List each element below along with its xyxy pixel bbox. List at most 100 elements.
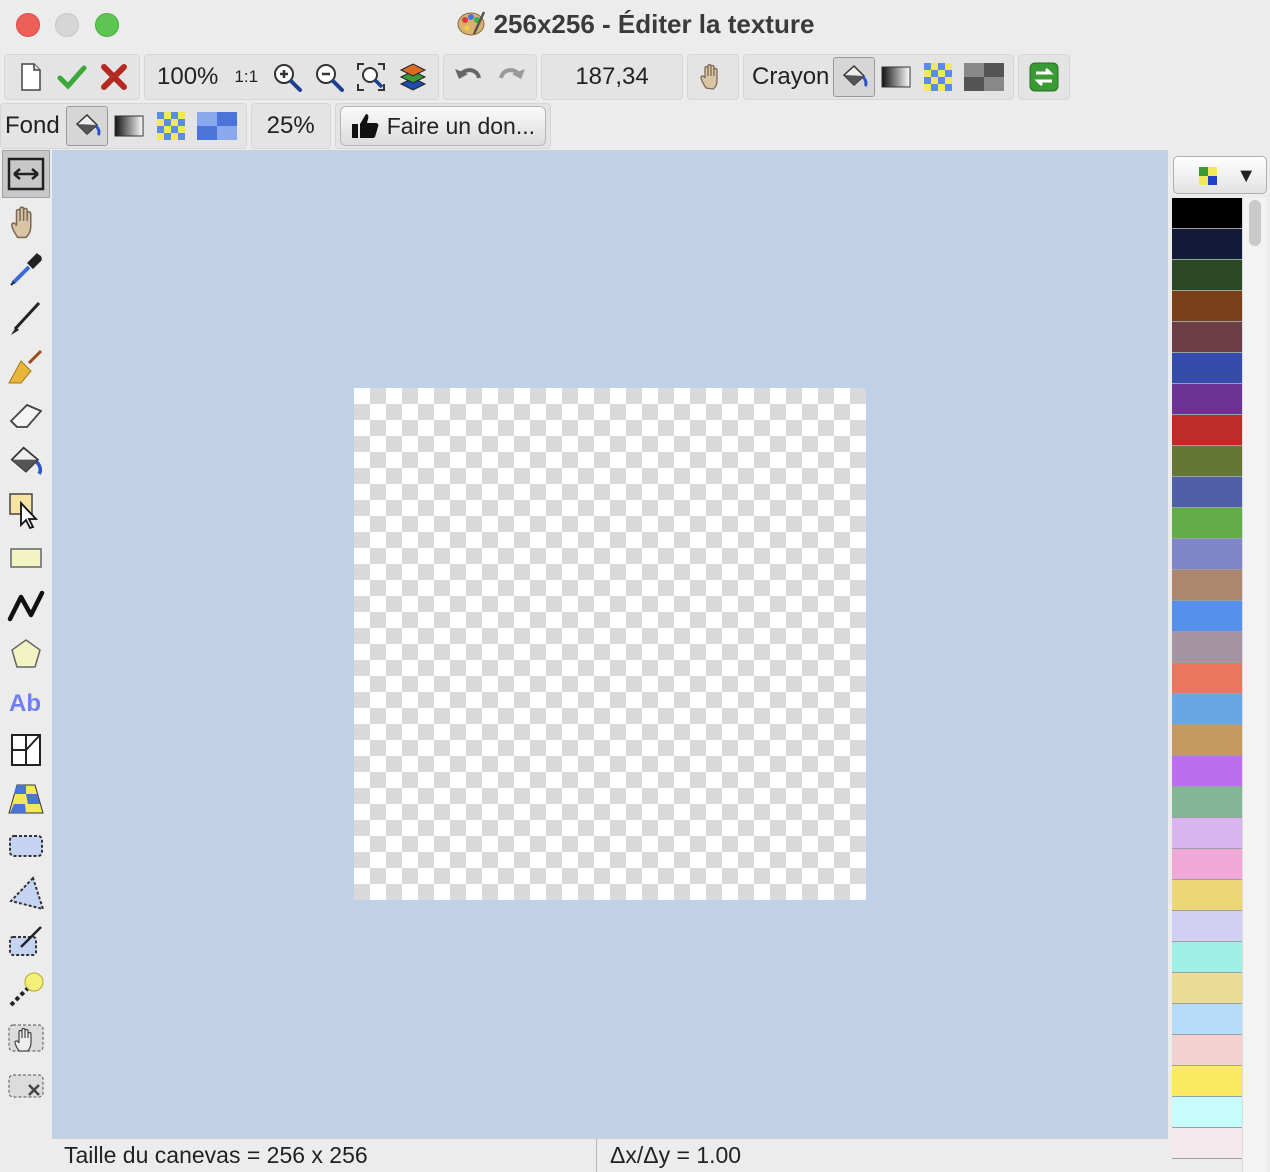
- rectangle-tool[interactable]: [2, 534, 50, 582]
- broom-tool[interactable]: [2, 342, 50, 390]
- bg-gradient-button[interactable]: [108, 106, 150, 146]
- color-swatch[interactable]: [1172, 601, 1242, 632]
- color-swatch[interactable]: [1172, 229, 1242, 260]
- background-opacity[interactable]: 25%: [267, 112, 315, 140]
- color-swatch[interactable]: [1172, 632, 1242, 663]
- undo-button[interactable]: [448, 57, 490, 97]
- color-swatch[interactable]: [1172, 260, 1242, 291]
- hand-tool[interactable]: [2, 198, 50, 246]
- color-swatch[interactable]: [1172, 942, 1242, 973]
- color-swatch[interactable]: [1172, 1066, 1242, 1097]
- color-swatch[interactable]: [1172, 818, 1242, 849]
- fill-texture-button[interactable]: [959, 57, 1009, 97]
- color-swatch[interactable]: [1172, 849, 1242, 880]
- fill-gradient-button[interactable]: [875, 57, 917, 97]
- donate-button[interactable]: Faire un don...: [339, 106, 547, 146]
- zoom-out-button[interactable]: [308, 57, 350, 97]
- bg-solid-button[interactable]: [65, 106, 108, 146]
- checker-floor-tool[interactable]: [2, 774, 50, 822]
- color-swatch[interactable]: [1172, 570, 1242, 601]
- zoom-out-icon: [316, 64, 345, 92]
- resize-tool[interactable]: [2, 150, 50, 198]
- color-swatch[interactable]: [1172, 477, 1242, 508]
- texture-transparent-area[interactable]: [354, 388, 866, 900]
- text-tool[interactable]: Ab: [2, 678, 50, 726]
- color-swatch[interactable]: [1172, 539, 1242, 570]
- perspective-tool[interactable]: [2, 726, 50, 774]
- bg-texture-button[interactable]: [192, 106, 242, 146]
- color-swatch[interactable]: [1172, 508, 1242, 539]
- fill-solid-button[interactable]: [833, 57, 876, 97]
- eraser-tool[interactable]: [2, 390, 50, 438]
- pencil-tool[interactable]: [2, 294, 50, 342]
- resize-arrows-icon: [7, 157, 45, 191]
- new-document-button[interactable]: [9, 57, 51, 97]
- color-swatch[interactable]: [1172, 446, 1242, 477]
- main-toolbar: 100% 1:1 187,34 Crayon: [0, 53, 1074, 101]
- delete-selection-icon: [8, 1074, 44, 1098]
- select-arrow-icon: [9, 493, 39, 529]
- color-swatch[interactable]: [1172, 1035, 1242, 1066]
- lasso-tool[interactable]: [2, 870, 50, 918]
- hand-icon: [700, 63, 718, 90]
- color-swatch[interactable]: [1172, 1128, 1242, 1159]
- donate-label: Faire un don...: [386, 112, 536, 139]
- color-swatch[interactable]: [1172, 694, 1242, 725]
- brush-select-icon: [9, 926, 42, 956]
- color-swatch[interactable]: [1172, 353, 1242, 384]
- rectangle-icon: [10, 548, 42, 568]
- paint-palette-icon: [457, 11, 485, 36]
- delete-selection-tool[interactable]: [2, 1062, 50, 1110]
- polyline-tool[interactable]: [2, 582, 50, 630]
- color-swatch[interactable]: [1172, 384, 1242, 415]
- layers-button[interactable]: [392, 57, 434, 97]
- color-swatch[interactable]: [1172, 1097, 1242, 1128]
- fill-pattern-button[interactable]: [917, 57, 959, 97]
- paintbrush-icon: [11, 301, 41, 335]
- color-swatch[interactable]: [1172, 663, 1242, 694]
- gray-texture-icon: [964, 63, 1005, 91]
- color-swatch[interactable]: [1172, 291, 1242, 322]
- ok-button[interactable]: [51, 57, 93, 97]
- palette-grid-icon: [1199, 167, 1217, 185]
- eyedropper-icon: [10, 253, 42, 286]
- eyedropper-tool[interactable]: [2, 246, 50, 294]
- magic-wand-tool[interactable]: [2, 966, 50, 1014]
- brush-select-tool[interactable]: [2, 918, 50, 966]
- actual-size-button[interactable]: 1:1: [226, 67, 266, 87]
- color-swatch[interactable]: [1172, 198, 1242, 229]
- polygon-tool[interactable]: [2, 630, 50, 678]
- magic-wand-icon: [9, 972, 44, 1007]
- pan-button[interactable]: [692, 57, 734, 97]
- bg-pattern-button[interactable]: [150, 106, 192, 146]
- fill-tool[interactable]: [2, 438, 50, 486]
- swap-colors-button[interactable]: [1023, 57, 1065, 97]
- color-swatch[interactable]: [1172, 322, 1242, 353]
- color-swatch[interactable]: [1172, 880, 1242, 911]
- grab-selection-tool[interactable]: [2, 1014, 50, 1062]
- palette-selector-dropdown[interactable]: ▼: [1173, 156, 1267, 194]
- selection-rect-tool[interactable]: [2, 822, 50, 870]
- zoom-fit-button[interactable]: [350, 57, 392, 97]
- drawing-canvas[interactable]: [52, 150, 1168, 1138]
- cancel-button[interactable]: [93, 57, 135, 97]
- select-tool[interactable]: [2, 486, 50, 534]
- color-swatch[interactable]: [1172, 973, 1242, 1004]
- lasso-icon: [9, 876, 45, 911]
- gradient-icon: [881, 66, 911, 88]
- checker-pattern-icon: [924, 63, 953, 91]
- color-swatch-list: [1172, 198, 1242, 1172]
- zoom-in-button[interactable]: [266, 57, 308, 97]
- chevron-down-icon: ▼: [1236, 165, 1256, 187]
- status-divider: [596, 1139, 597, 1172]
- zoom-level[interactable]: 100%: [149, 63, 226, 91]
- palette-scroll-thumb[interactable]: [1249, 200, 1261, 246]
- color-swatch[interactable]: [1172, 756, 1242, 787]
- color-swatch[interactable]: [1172, 1004, 1242, 1035]
- redo-button[interactable]: [490, 57, 532, 97]
- color-swatch[interactable]: [1172, 415, 1242, 446]
- color-swatch[interactable]: [1172, 725, 1242, 756]
- palette-scrollbar[interactable]: [1242, 198, 1266, 1172]
- color-swatch[interactable]: [1172, 911, 1242, 942]
- color-swatch[interactable]: [1172, 787, 1242, 818]
